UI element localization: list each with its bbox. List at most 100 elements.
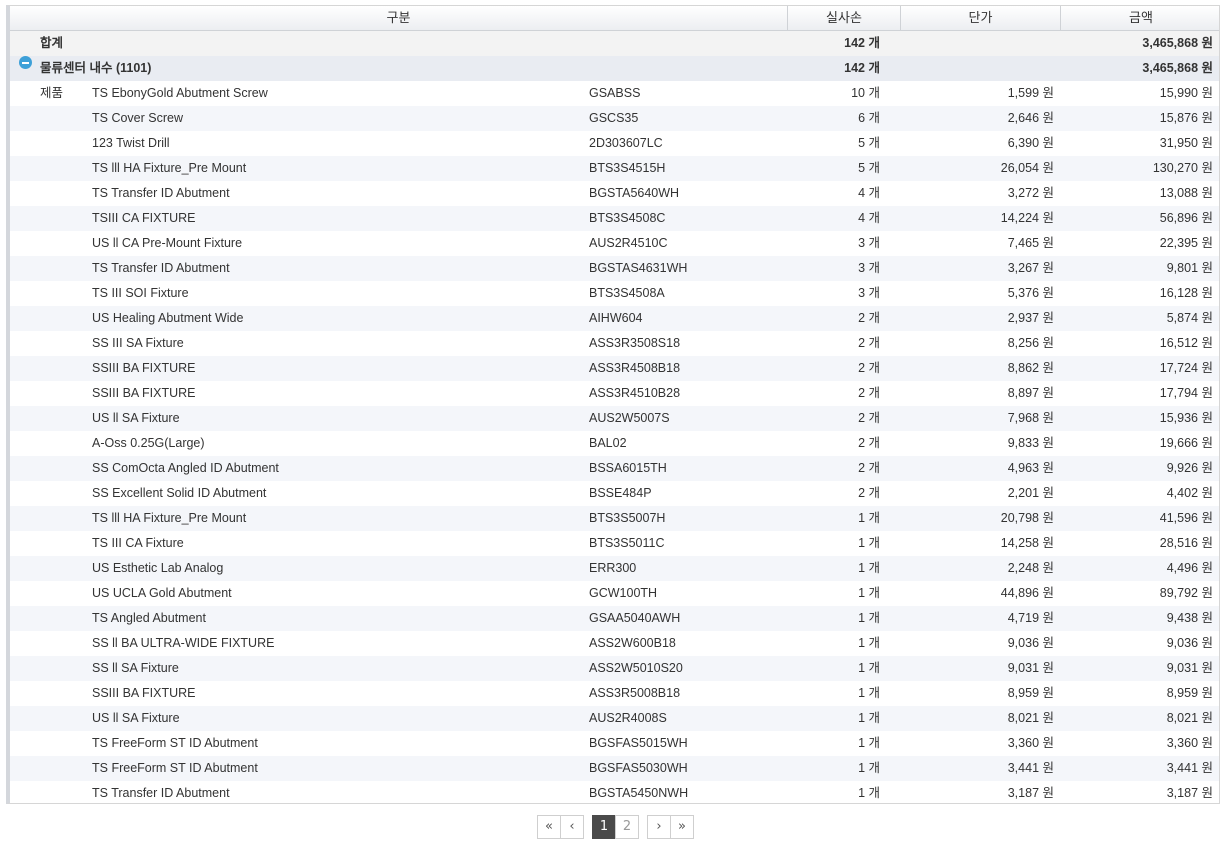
- table-row[interactable]: 제품 TS EbonyGold Abutment Screw GSABSS 10 개 1…: [10, 81, 1219, 106]
- product-code: BAL02: [589, 436, 627, 450]
- group-row[interactable]: 물류센터 내수 (1101) 142 개 3,465,868 원: [10, 56, 1219, 81]
- product-amount: 4,496 원: [1166, 561, 1213, 575]
- product-amount: 19,666 원: [1159, 436, 1213, 450]
- table-row[interactable]: US ll SA Fixture AUS2W5007S 2 개 7,968 원 15,9…: [10, 406, 1219, 431]
- table-row[interactable]: TS Transfer ID Abutment BGSTA5450NWH 1 개 3,…: [10, 781, 1219, 803]
- product-qty: 10 개: [851, 86, 880, 100]
- product-price: 3,272 원: [1007, 186, 1054, 200]
- product-qty: 1 개: [858, 686, 880, 700]
- product-code: ASS3R5008B18: [589, 686, 681, 700]
- product-amount: 16,128 원: [1159, 286, 1213, 300]
- table-row[interactable]: TS Angled Abutment GSAA5040AWH 1 개 4,719 원 9…: [10, 606, 1219, 631]
- product-price: 6,390 원: [1007, 136, 1054, 150]
- product-amount: 17,724 원: [1159, 361, 1213, 375]
- grid-body: 합계 142 개 3,465,868 원 물류센터 내수 (1101) 142 …: [10, 31, 1219, 803]
- first-page-button[interactable]: «: [537, 815, 561, 839]
- product-amount: 8,021 원: [1166, 711, 1213, 725]
- product-qty: 3 개: [858, 261, 880, 275]
- table-row[interactable]: TS Transfer ID Abutment BGSTA5640WH 4 개 3,2…: [10, 181, 1219, 206]
- product-name: US ll SA Fixture: [92, 711, 180, 725]
- table-row[interactable]: TS lll HA Fixture_Pre Mount BTS3S5007H 1 개…: [10, 506, 1219, 531]
- prev-page-button[interactable]: ‹: [560, 815, 584, 839]
- group-qty: 142 개: [844, 61, 880, 75]
- product-code: ASS3R3508S18: [589, 336, 681, 350]
- table-row[interactable]: TS III SOI Fixture BTS3S4508A 3 개 5,376 원 16…: [10, 281, 1219, 306]
- table-row[interactable]: 123 Twist Drill 2D303607LC 5 개 6,390 원 31,95…: [10, 131, 1219, 156]
- product-name: TS lll HA Fixture_Pre Mount: [92, 161, 247, 175]
- product-name: SSIII BA FIXTURE: [92, 361, 196, 375]
- table-row[interactable]: US UCLA Gold Abutment GCW100TH 1 개 44,896 원…: [10, 581, 1219, 606]
- product-qty: 2 개: [858, 486, 880, 500]
- product-qty: 1 개: [858, 536, 880, 550]
- table-row[interactable]: US ll SA Fixture AUS2R4008S 1 개 8,021 원 8,02…: [10, 706, 1219, 731]
- product-name: TS Transfer ID Abutment: [92, 786, 230, 800]
- page-1-button[interactable]: 1: [592, 815, 616, 839]
- table-row[interactable]: TS Transfer ID Abutment BGSTAS4631WH 3 개 3,…: [10, 256, 1219, 281]
- product-name: SS ll SA Fixture: [92, 661, 179, 675]
- last-page-button[interactable]: »: [670, 815, 694, 839]
- product-qty: 5 개: [858, 161, 880, 175]
- table-row[interactable]: SS ComOcta Angled ID Abutment BSSA6015TH 2…: [10, 456, 1219, 481]
- header-amount[interactable]: 금액: [1061, 6, 1219, 30]
- table-row[interactable]: A-Oss 0.25G(Large) BAL02 2 개 9,833 원 19,666 …: [10, 431, 1219, 456]
- table-row[interactable]: SS III SA Fixture ASS3R3508S18 2 개 8,256 원 1…: [10, 331, 1219, 356]
- group-amount: 3,465,868 원: [1142, 61, 1213, 75]
- table-row[interactable]: US Esthetic Lab Analog ERR300 1 개 2,248 원 4,…: [10, 556, 1219, 581]
- product-qty: 2 개: [858, 386, 880, 400]
- table-row[interactable]: TS lll HA Fixture_Pre Mount BTS3S4515H 5 개…: [10, 156, 1219, 181]
- product-code: BGSFAS5015WH: [589, 736, 688, 750]
- product-name: TS III CA Fixture: [92, 536, 184, 550]
- product-qty: 3 개: [858, 286, 880, 300]
- product-name: TS lll HA Fixture_Pre Mount: [92, 511, 247, 525]
- product-name: SS Excellent Solid ID Abutment: [92, 486, 267, 500]
- product-price: 8,256 원: [1007, 336, 1054, 350]
- product-price: 2,937 원: [1007, 311, 1054, 325]
- product-price: 44,896 원: [1000, 586, 1054, 600]
- product-qty: 1 개: [858, 511, 880, 525]
- product-price: 9,031 원: [1007, 661, 1054, 675]
- page-2-button[interactable]: 2: [615, 815, 639, 839]
- table-row[interactable]: TSIII CA FIXTURE BTS3S4508C 4 개 14,224 원 56,…: [10, 206, 1219, 231]
- product-qty: 1 개: [858, 636, 880, 650]
- total-row: 합계 142 개 3,465,868 원: [10, 31, 1219, 56]
- table-row[interactable]: US ll CA Pre-Mount Fixture AUS2R4510C 3 개 7…: [10, 231, 1219, 256]
- product-price: 4,719 원: [1007, 611, 1054, 625]
- product-qty: 2 개: [858, 361, 880, 375]
- product-code: BTS3S4508C: [589, 211, 666, 225]
- table-row[interactable]: SS ll SA Fixture ASS2W5010S20 1 개 9,031 원 9,…: [10, 656, 1219, 681]
- table-row[interactable]: SSIII BA FIXTURE ASS3R5008B18 1 개 8,959 원 8,…: [10, 681, 1219, 706]
- product-name: A-Oss 0.25G(Large): [92, 436, 205, 450]
- table-row[interactable]: SS Excellent Solid ID Abutment BSSE484P 2 …: [10, 481, 1219, 506]
- product-amount: 3,187 원: [1166, 786, 1213, 800]
- product-amount: 8,959 원: [1166, 686, 1213, 700]
- header-price[interactable]: 단가: [901, 6, 1061, 30]
- table-row[interactable]: TS FreeForm ST ID Abutment BGSFAS5015WH 1 …: [10, 731, 1219, 756]
- product-name: 123 Twist Drill: [92, 136, 170, 150]
- product-qty: 1 개: [858, 736, 880, 750]
- product-name: TS EbonyGold Abutment Screw: [92, 86, 268, 100]
- product-name: SSIII BA FIXTURE: [92, 386, 196, 400]
- product-code: AIHW604: [589, 311, 643, 325]
- product-name: TS Angled Abutment: [92, 611, 206, 625]
- product-code: AUS2R4510C: [589, 236, 668, 250]
- table-row[interactable]: TS Cover Screw GSCS35 6 개 2,646 원 15,876 원: [10, 106, 1219, 131]
- product-price: 26,054 원: [1000, 161, 1054, 175]
- header-category[interactable]: 구분: [10, 6, 788, 30]
- table-row[interactable]: TS FreeForm ST ID Abutment BGSFAS5030WH 1 …: [10, 756, 1219, 781]
- product-code: AUS2R4008S: [589, 711, 667, 725]
- table-row[interactable]: TS III CA Fixture BTS3S5011C 1 개 14,258 원 28…: [10, 531, 1219, 556]
- header-qty[interactable]: 실사손: [788, 6, 901, 30]
- total-amount: 3,465,868 원: [1142, 36, 1213, 50]
- table-row[interactable]: SSIII BA FIXTURE ASS3R4510B28 2 개 8,897 원 17…: [10, 381, 1219, 406]
- table-row[interactable]: US Healing Abutment Wide AIHW604 2 개 2,937 …: [10, 306, 1219, 331]
- product-amount: 15,876 원: [1159, 111, 1213, 125]
- product-name: US UCLA Gold Abutment: [92, 586, 232, 600]
- product-amount: 9,926 원: [1166, 461, 1213, 475]
- table-row[interactable]: SS ll BA ULTRA-WIDE FIXTURE ASS2W600B18 1 …: [10, 631, 1219, 656]
- product-qty: 1 개: [858, 786, 880, 800]
- table-row[interactable]: SSIII BA FIXTURE ASS3R4508B18 2 개 8,862 원 17…: [10, 356, 1219, 381]
- collapse-icon[interactable]: [19, 56, 32, 69]
- group-label: 물류센터 내수 (1101): [40, 61, 152, 75]
- next-page-button[interactable]: ›: [647, 815, 671, 839]
- product-amount: 9,438 원: [1166, 611, 1213, 625]
